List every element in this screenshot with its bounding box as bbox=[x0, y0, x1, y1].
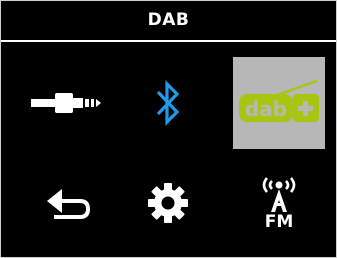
menu-item-aux[interactable] bbox=[23, 57, 115, 149]
fm-radio-group: FM bbox=[257, 174, 301, 232]
svg-text:dab: dab bbox=[245, 97, 287, 121]
header-divider bbox=[1, 40, 336, 42]
bluetooth-icon bbox=[156, 80, 180, 126]
fm-label: FM bbox=[264, 212, 294, 232]
menu-item-bluetooth[interactable] bbox=[122, 57, 214, 149]
fm-antenna-icon bbox=[262, 177, 296, 212]
screen-title: DAB bbox=[147, 10, 190, 30]
dab-plus-radio-icon: dab bbox=[239, 79, 319, 122]
menu-item-dab-plus[interactable]: dab bbox=[233, 57, 325, 149]
header-bar: DAB bbox=[1, 1, 336, 39]
menu-item-back[interactable] bbox=[23, 157, 115, 249]
audio-jack-icon bbox=[31, 93, 101, 113]
dab-menu-screen: DAB dab FM bbox=[0, 0, 337, 258]
menu-item-settings[interactable] bbox=[122, 157, 214, 249]
gear-icon bbox=[148, 183, 188, 223]
back-arrow-icon bbox=[47, 189, 91, 219]
menu-item-fm[interactable]: FM bbox=[233, 157, 325, 249]
